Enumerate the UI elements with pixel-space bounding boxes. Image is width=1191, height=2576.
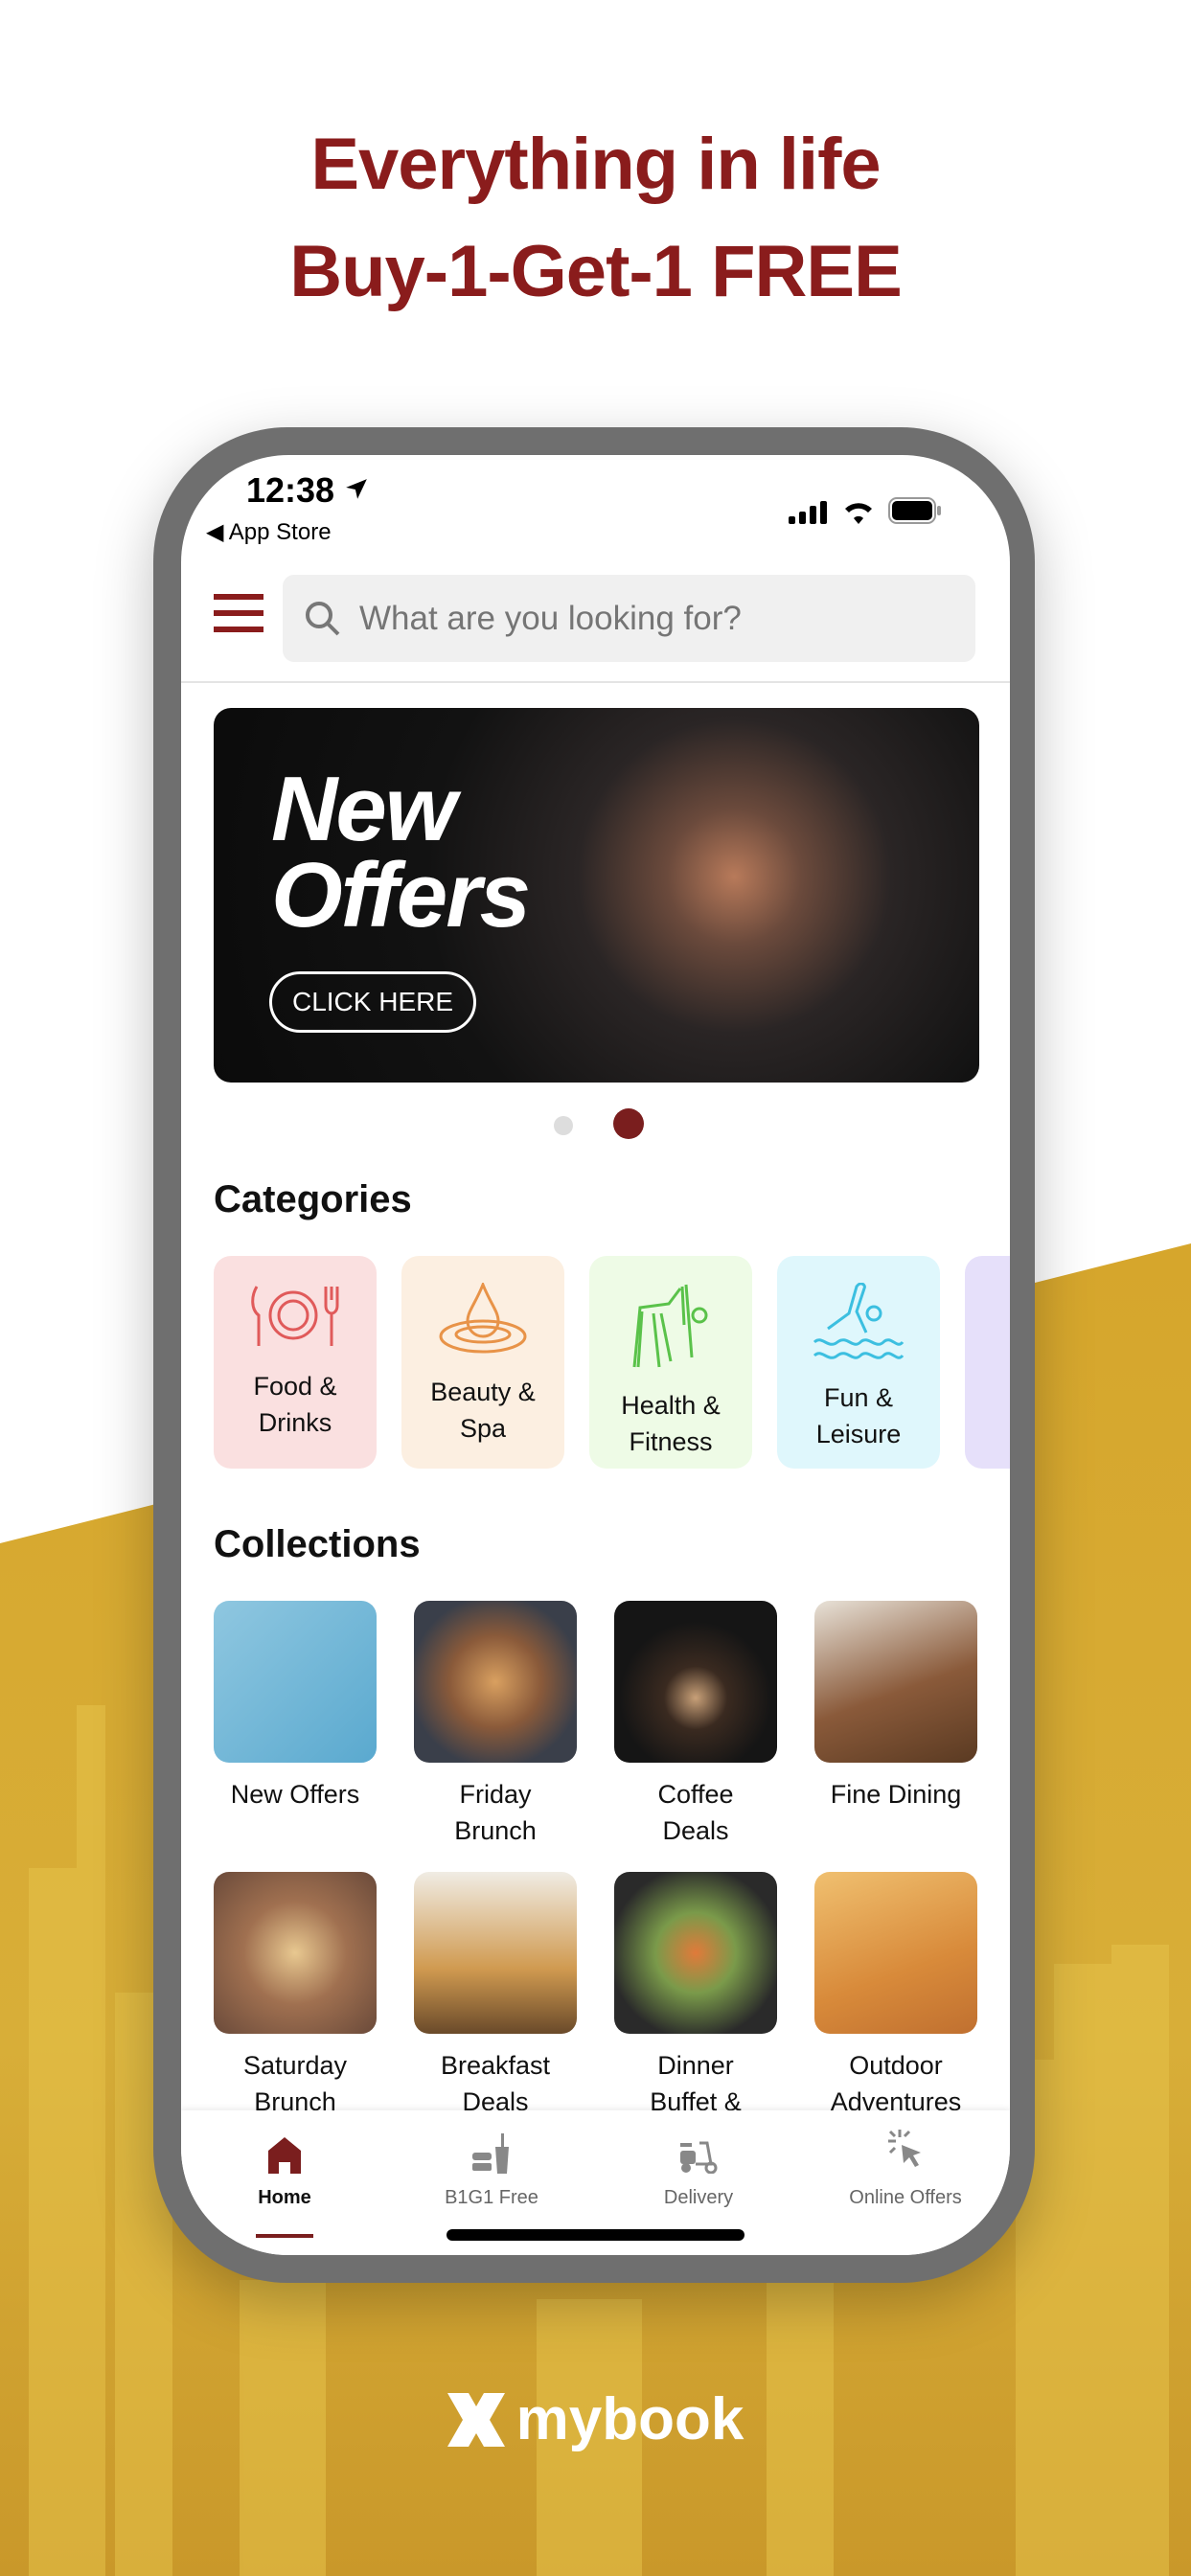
swimmer-icon (813, 1282, 905, 1366)
category-card[interactable] (965, 1256, 1010, 1469)
yoga-stretch-icon (632, 1283, 709, 1374)
collection-item[interactable]: Dinner Buffet & (614, 1872, 777, 2120)
steak-platter-photo (814, 1601, 977, 1763)
category-card[interactable]: Fun & Leisure (777, 1256, 940, 1469)
wifi-icon (845, 503, 872, 524)
collection-item[interactable]: Breakfast Deals (414, 1872, 577, 2120)
croissant-coffee-photo (414, 1872, 577, 2034)
hamburger-icon[interactable] (214, 594, 263, 632)
promo-banner[interactable]: New Offers CLICK HERE (214, 708, 979, 1083)
promo-headline-line2: Buy-1-Get-1 FREE (289, 231, 903, 312)
battery-icon (888, 497, 941, 524)
collection-label: New Offers (230, 1780, 360, 1809)
location-arrow-icon (346, 479, 367, 499)
banner-title-line1: New (271, 758, 456, 860)
promo-headline-line1: Everything in life (310, 124, 881, 205)
collection-label: Saturday Brunch (242, 2051, 348, 2116)
coffee-cup-photo (614, 1601, 777, 1763)
carousel-dot-1[interactable] (554, 1116, 573, 1135)
home-icon (268, 2137, 301, 2174)
carousel-dot-2-active[interactable] (613, 1108, 644, 1139)
plate-cutlery-icon (249, 1283, 341, 1355)
pancakes-photo (414, 1601, 577, 1763)
collection-label: Breakfast Deals (440, 2051, 551, 2116)
search-bar[interactable] (283, 575, 975, 662)
category-card[interactable]: Food & Drinks (214, 1256, 377, 1469)
category-label: Food & Drinks (253, 1372, 337, 1437)
collection-item[interactable]: Coffee Deals (614, 1601, 777, 1849)
banner-title-line2: Offers (271, 844, 531, 946)
status-time: 12:38 (246, 470, 369, 511)
status-icons (789, 497, 942, 524)
desert-car-photo (814, 1872, 977, 2034)
collection-label: Outdoor Adventures (830, 2051, 962, 2116)
category-card[interactable]: Beauty & Spa (401, 1256, 564, 1469)
brunch-table-photo (214, 1872, 377, 2034)
woman-megaphone-photo (214, 1601, 377, 1763)
categories-heading: Categories (214, 1178, 412, 1220)
search-icon (306, 601, 340, 635)
collection-label: Friday Brunch (454, 1780, 537, 1845)
active-tab-indicator (256, 2234, 313, 2238)
partial-icon (1000, 1283, 1010, 1360)
mybook-logo-mark-icon (447, 2392, 505, 2447)
collection-item[interactable]: Fine Dining (814, 1601, 977, 1812)
click-here-button[interactable]: CLICK HERE (269, 971, 476, 1033)
collection-label: Coffee Deals (657, 1780, 734, 1845)
category-card[interactable]: Health & Fitness (589, 1256, 752, 1469)
collections-heading: Collections (214, 1523, 421, 1565)
category-label: Health & Fitness (621, 1391, 721, 1456)
collection-label: Fine Dining (830, 1780, 962, 1809)
scooter-icon (680, 2141, 718, 2174)
category-label: Beauty & Spa (430, 1378, 536, 1443)
home-indicator (447, 2229, 744, 2241)
collection-item[interactable]: Saturday Brunch (214, 1872, 377, 2120)
cursor-click-icon (888, 2130, 921, 2167)
collection-item[interactable]: Outdoor Adventures (814, 1872, 977, 2120)
nav-home[interactable]: Home (181, 2131, 388, 2238)
nav-online-offers[interactable]: Online Offers (802, 2130, 1009, 2209)
collection-item[interactable]: Friday Brunch (414, 1601, 577, 1849)
back-to-app-store[interactable]: ◀ App Store (206, 518, 332, 546)
burger-drink-icon (472, 2133, 509, 2174)
search-input[interactable] (359, 599, 934, 638)
nav-b1g1-free[interactable]: B1G1 Free (388, 2131, 595, 2209)
mybook-logo: mybook (0, 2385, 1191, 2453)
phone-screen: 12:38 ◀ App Store New Offers CLICK HERE … (181, 455, 1010, 2255)
water-drop-icon (437, 1280, 529, 1360)
salad-meat-photo (614, 1872, 777, 2034)
header-divider (181, 681, 1010, 683)
signal-icon (789, 501, 827, 524)
category-label: Fun & Leisure (815, 1383, 902, 1448)
bottom-nav: Home B1G1 Free Delivery Online Offers (181, 2110, 1010, 2255)
collection-item[interactable]: New Offers (214, 1601, 377, 1812)
collection-label: Dinner Buffet & (650, 2051, 742, 2116)
nav-delivery[interactable]: Delivery (595, 2131, 802, 2209)
